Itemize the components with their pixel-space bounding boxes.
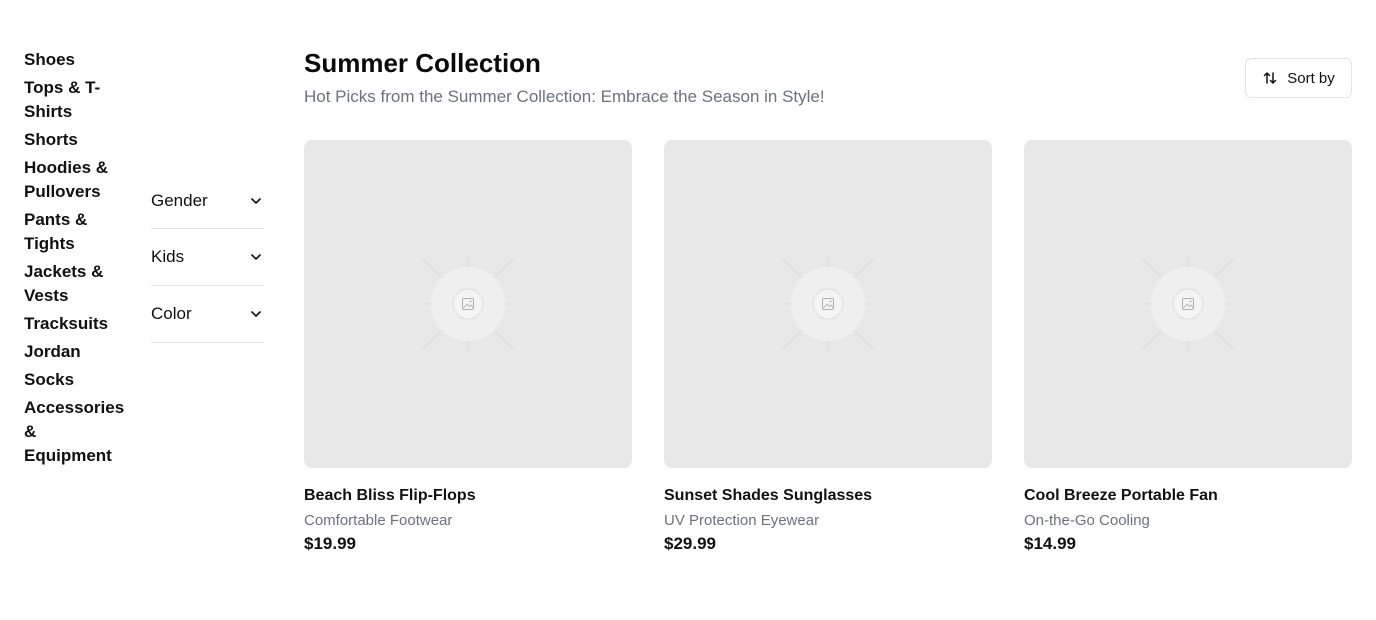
image-placeholder-icon [421,257,515,351]
product-image[interactable] [664,140,992,468]
product-image[interactable] [1024,140,1352,468]
image-placeholder-icon [781,257,875,351]
filter-panel: Gender Kids Color [151,173,264,343]
filter-label: Gender [151,190,208,210]
category-link-tracksuits[interactable]: Tracksuits [24,312,124,336]
product-image[interactable] [304,140,632,468]
category-link-accessories-equipment[interactable]: Accessories & Equipment [24,396,124,468]
sort-arrows-icon [1262,70,1278,86]
image-placeholder-icon [1141,257,1235,351]
category-link-shoes[interactable]: Shoes [24,48,124,72]
page-title: Summer Collection [304,48,541,78]
product-description: UV Protection Eyewear [664,512,820,529]
filter-label: Color [151,304,192,323]
category-item: Shoes [24,48,124,72]
product-card[interactable]: Beach Bliss Flip-Flops Comfortable Footw… [304,140,632,553]
category-item: Hoodies & Pullovers [24,156,124,204]
filter-gender[interactable]: Gender [151,173,264,229]
filter-kids[interactable]: Kids [151,229,264,286]
category-link-hoodies-pullovers[interactable]: Hoodies & Pullovers [24,156,124,204]
category-item: Tracksuits [24,312,124,336]
category-item: Jackets & Vests [24,260,124,308]
category-link-socks[interactable]: Socks [24,368,124,392]
product-description: Comfortable Footwear [304,512,453,529]
category-item: Jordan [24,340,124,364]
product-name[interactable]: Beach Bliss Flip-Flops [304,486,476,506]
chevron-down-icon [248,249,264,265]
chevron-down-icon [248,306,264,322]
product-description: On-the-Go Cooling [1024,512,1150,529]
category-item: Shorts [24,128,124,152]
category-nav: Shoes Tops & T-Shirts Shorts Hoodies & P… [24,48,124,472]
filter-color[interactable]: Color [151,286,264,343]
category-item: Pants & Tights [24,208,124,256]
category-link-jackets-vests[interactable]: Jackets & Vests [24,260,124,308]
page-subtitle: Hot Picks from the Summer Collection: Em… [304,87,825,106]
category-link-jordan[interactable]: Jordan [24,340,124,364]
sort-button[interactable]: Sort by [1245,58,1352,98]
category-link-pants-tights[interactable]: Pants & Tights [24,208,124,256]
category-item: Tops & T-Shirts [24,76,124,124]
product-card[interactable]: Sunset Shades Sunglasses UV Protection E… [664,140,992,553]
category-item: Accessories & Equipment [24,396,124,468]
sort-button-label: Sort by [1287,69,1335,87]
product-price: $19.99 [304,534,356,553]
chevron-down-icon [248,193,264,209]
product-price: $29.99 [664,534,716,553]
category-link-shorts[interactable]: Shorts [24,128,124,152]
product-name[interactable]: Cool Breeze Portable Fan [1024,486,1218,506]
product-card[interactable]: Cool Breeze Portable Fan On-the-Go Cooli… [1024,140,1352,553]
filter-label: Kids [151,247,185,266]
category-item: Socks [24,368,124,392]
product-price: $14.99 [1024,534,1076,553]
category-link-tops-t-shirts[interactable]: Tops & T-Shirts [24,76,124,124]
product-name[interactable]: Sunset Shades Sunglasses [664,486,872,506]
